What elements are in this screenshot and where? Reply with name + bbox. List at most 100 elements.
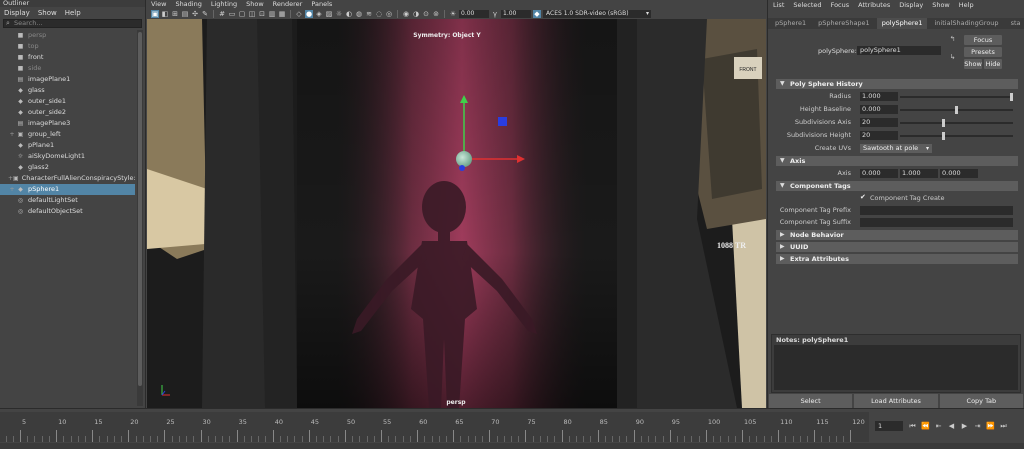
play-backwards-icon[interactable]: ◀	[947, 421, 956, 431]
subdivisions-height-slider[interactable]	[900, 132, 1013, 140]
xray-joints-icon[interactable]: ⊙	[422, 10, 430, 18]
field-chart-icon[interactable]: ⊡	[258, 10, 266, 18]
ae-menu-list[interactable]: List	[773, 1, 784, 9]
xray-icon[interactable]: ◑	[412, 10, 420, 18]
time-ruler[interactable]: 5 10 15 20 25 30 35 40 45 50 55 60 65 70 75 80 85 90 95 100…	[0, 412, 869, 442]
two-d-pan-icon[interactable]: ✣	[191, 10, 199, 18]
go-to-end-icon[interactable]: ⏭	[999, 421, 1008, 431]
gate-mask-icon[interactable]: ◫	[248, 10, 256, 18]
tab-standard-surface[interactable]: sta	[1006, 18, 1024, 29]
select-button[interactable]: Select	[769, 394, 853, 408]
subdivisions-height-field[interactable]: 20	[860, 131, 898, 140]
copy-tab-button[interactable]: Copy Tab	[939, 394, 1023, 408]
outliner-menu-display[interactable]: Display	[4, 9, 30, 17]
height-baseline-slider[interactable]	[900, 106, 1013, 114]
textured-icon[interactable]: ▨	[325, 10, 333, 18]
current-frame-field[interactable]: 1	[875, 421, 903, 431]
outliner-item[interactable]: ◎ defaultObjectSet	[0, 206, 135, 217]
film-gate-icon[interactable]: ▭	[228, 10, 236, 18]
outliner-item[interactable]: + ▣ group_left	[0, 129, 135, 140]
component-tag-suffix-field[interactable]	[860, 218, 1013, 227]
ae-menu-help[interactable]: Help	[959, 1, 974, 9]
grid-icon[interactable]: #	[218, 10, 226, 18]
radius-field[interactable]: 1.000	[860, 92, 898, 101]
viewport-menu-view[interactable]: View	[151, 0, 166, 8]
subdivisions-axis-slider-knob[interactable]	[941, 119, 945, 127]
outliner-menu-show[interactable]: Show	[38, 9, 57, 17]
subdivisions-axis-slider[interactable]	[900, 119, 1013, 127]
axis-y-field[interactable]: 1.000	[900, 169, 938, 178]
outliner-item[interactable]: ■ persp	[0, 30, 135, 41]
tab-initialshadinggroup[interactable]: initialShadingGroup	[929, 18, 1003, 29]
viewport-menu-lighting[interactable]: Lighting	[211, 0, 237, 8]
checkbox-checked-icon[interactable]: ✔	[860, 193, 866, 201]
smooth-shade-icon[interactable]: ●	[305, 9, 313, 18]
ae-menu-selected[interactable]: Selected	[793, 1, 821, 9]
outliner-item[interactable]: ◎ defaultLightSet	[0, 195, 135, 206]
camera-select-icon[interactable]: ▣	[151, 9, 159, 18]
gamma-field[interactable]: 1.00	[501, 9, 531, 18]
outliner-item[interactable]: ■ front	[0, 52, 135, 63]
viewport-menu-renderer[interactable]: Renderer	[273, 0, 303, 8]
outliner-item[interactable]: ◆ glass2	[0, 162, 135, 173]
output-connections-icon[interactable]: ↳	[948, 53, 957, 62]
step-back-key-icon[interactable]: ⇤	[934, 421, 943, 431]
ae-menu-show[interactable]: Show	[932, 1, 950, 9]
expand-icon[interactable]: +	[8, 184, 16, 195]
step-forward-key-icon[interactable]: ⇥	[973, 421, 982, 431]
resolution-gate-icon[interactable]: ▢	[238, 10, 246, 18]
tab-psphere1[interactable]: pSphere1	[770, 18, 811, 29]
subdivisions-height-slider-knob[interactable]	[941, 132, 945, 140]
ae-menu-display[interactable]: Display	[899, 1, 923, 9]
viewport-menu-show[interactable]: Show	[246, 0, 264, 8]
color-management-icon[interactable]: ◆	[533, 9, 541, 18]
hide-button[interactable]: Hide	[984, 59, 1002, 69]
wireframe-icon[interactable]: ◇	[295, 10, 303, 18]
exposure-icon[interactable]: ☀	[449, 10, 457, 18]
pivot-point[interactable]	[459, 165, 465, 171]
subdivisions-axis-field[interactable]: 20	[860, 118, 898, 127]
outliner-item[interactable]: ◆ pPlane1	[0, 140, 135, 151]
outliner-search-input[interactable]: ⌕ Search...	[3, 19, 142, 28]
outliner-item[interactable]: ◆ outer_side1	[0, 96, 135, 107]
radius-slider-knob[interactable]	[1010, 93, 1013, 101]
focus-button[interactable]: Focus	[964, 35, 1002, 45]
outliner-scrollbar[interactable]	[137, 30, 143, 406]
viewport-scene[interactable]: FRONT 1088 TR Symmetry: Object Y persp	[147, 19, 766, 408]
component-tag-prefix-field[interactable]	[860, 206, 1013, 215]
camera-lock-icon[interactable]: ◧	[161, 10, 169, 18]
outliner-item[interactable]: ■ side	[0, 63, 135, 74]
axis-z-field[interactable]: 0.000	[940, 169, 978, 178]
outliner-item[interactable]: + ▣ CharacterFullAlienConspiracyStyle:Ali	[0, 173, 135, 184]
exposure-field[interactable]: 0.00	[459, 9, 489, 18]
section-extra-attributes[interactable]: ▶ Extra Attributes	[776, 254, 1018, 264]
notes-textarea[interactable]	[774, 345, 1018, 390]
shadows-icon[interactable]: ◐	[345, 10, 353, 18]
outliner-item[interactable]: ▤ imagePlane3	[0, 118, 135, 129]
section-poly-sphere-history[interactable]: ▼ Poly Sphere History	[776, 79, 1018, 89]
outliner-item[interactable]: ■ top	[0, 41, 135, 52]
xray-components-icon[interactable]: ⊚	[432, 10, 440, 18]
radius-slider[interactable]	[900, 93, 1013, 101]
grease-pencil-icon[interactable]: ✎	[201, 10, 209, 18]
viewport-menu-panels[interactable]: Panels	[311, 0, 332, 8]
step-back-frame-icon[interactable]: ⏪	[921, 421, 930, 431]
input-connections-icon[interactable]: ↰	[948, 35, 957, 44]
wireframe-on-shaded-icon[interactable]: ◈	[315, 10, 323, 18]
image-plane-icon[interactable]: ▤	[181, 10, 189, 18]
section-uuid[interactable]: ▶ UUID	[776, 242, 1018, 252]
outliner-scroll-thumb[interactable]	[138, 32, 142, 386]
gamma-icon[interactable]: γ	[491, 10, 499, 18]
isolate-select-icon[interactable]: ◉	[402, 10, 410, 18]
psphere1-object[interactable]	[456, 151, 472, 167]
use-all-lights-icon[interactable]: ☼	[335, 10, 343, 18]
safe-action-icon[interactable]: ▥	[268, 10, 276, 18]
height-baseline-slider-knob[interactable]	[955, 106, 958, 114]
outliner-item[interactable]: + ◆ pSphere1	[0, 184, 135, 195]
go-to-start-icon[interactable]: ⏮	[908, 421, 917, 431]
play-forwards-icon[interactable]: ▶	[960, 421, 969, 431]
outliner-item[interactable]: ▤ imagePlane1	[0, 74, 135, 85]
move-z-handle[interactable]	[498, 117, 507, 126]
color-management-dropdown[interactable]: ACES 1.0 SDR-video (sRGB) ▾	[543, 9, 651, 18]
section-axis[interactable]: ▼ Axis	[776, 156, 1018, 166]
